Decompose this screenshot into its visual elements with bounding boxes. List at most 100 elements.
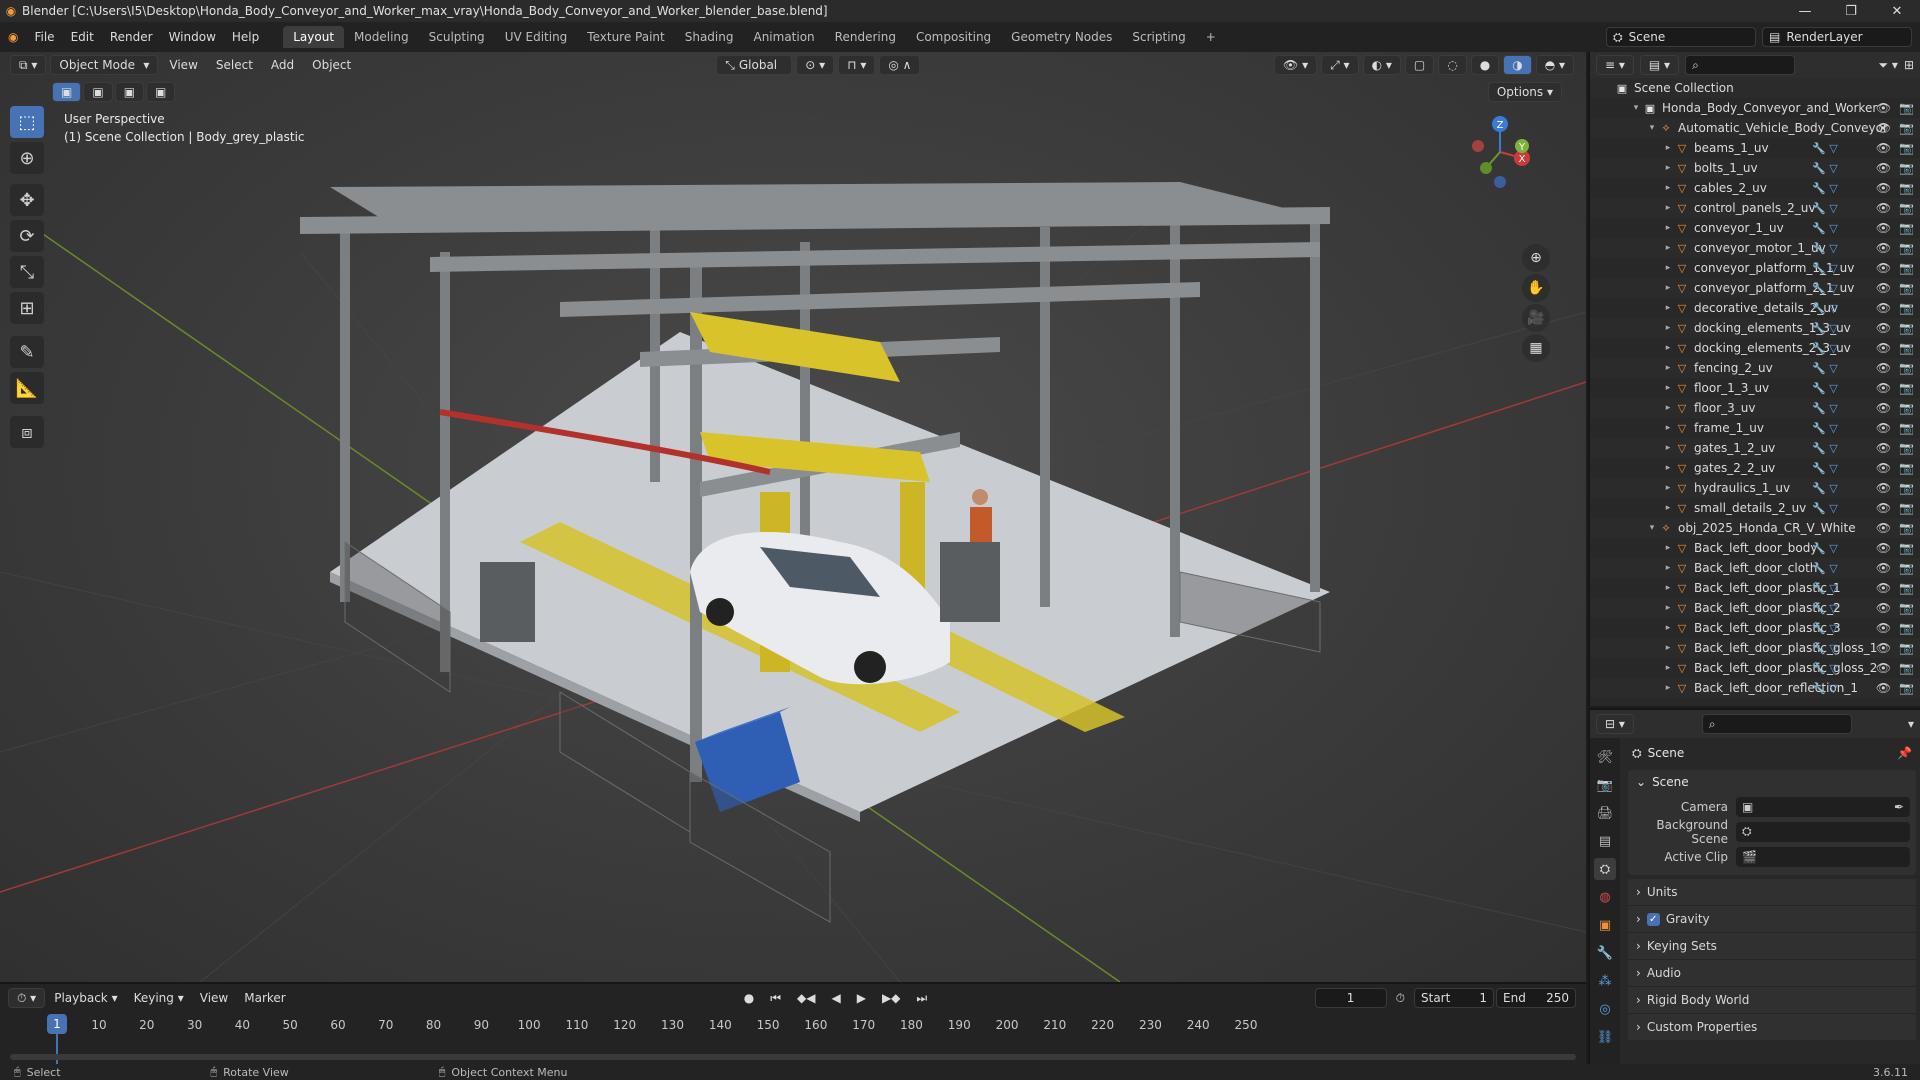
outliner-item[interactable]: ▸ ▽ cables_2_uv 🔧 ▽ 👁 📷 — [1590, 178, 1920, 198]
keying-sets-subpanel[interactable]: › Keying Sets — [1628, 933, 1916, 960]
modifier-icon[interactable]: 🔧 ▽ — [1812, 582, 1838, 595]
add-cube-tool-icon[interactable]: ⧈ — [10, 416, 44, 448]
eye-icon[interactable]: 👁 — [1876, 441, 1891, 455]
menu-render[interactable]: Render — [102, 30, 161, 44]
eye-icon[interactable]: 👁 — [1876, 581, 1891, 595]
eye-icon[interactable]: 👁 — [1876, 681, 1891, 695]
outliner-item[interactable]: ▸ ▽ fencing_2_uv 🔧 ▽ 👁 📷 — [1590, 358, 1920, 378]
chevron-right-icon[interactable]: ▸ — [1662, 403, 1674, 413]
chevron-right-icon[interactable]: ▸ — [1662, 243, 1674, 253]
chevron-right-icon[interactable]: ▸ — [1662, 503, 1674, 513]
camera-render-icon[interactable]: 📷 — [1899, 141, 1914, 155]
modifier-icon[interactable]: 🔧 ▽ — [1812, 422, 1838, 435]
outliner-item[interactable]: ▾ ⟡ obj_2025_Honda_CR_V_White 👁 📷 — [1590, 518, 1920, 538]
play-reverse-icon[interactable]: ◀ — [824, 991, 847, 1005]
eye-icon[interactable]: 👁 — [1876, 481, 1891, 495]
modifier-icon[interactable]: 🔧 ▽ — [1812, 202, 1838, 215]
modifier-icon[interactable]: 🔧 ▽ — [1812, 282, 1838, 295]
tab-scripting[interactable]: Scripting — [1122, 26, 1195, 48]
modifier-icon[interactable]: 🔧 ▽ — [1812, 482, 1838, 495]
outliner-editor-type-icon[interactable]: ≡ ▾ — [1596, 55, 1634, 75]
audio-subpanel[interactable]: › Audio — [1628, 960, 1916, 987]
outliner-item[interactable]: ▸ ▽ hydraulics_1_uv 🔧 ▽ 👁 📷 — [1590, 478, 1920, 498]
clock-icon[interactable]: ⏱ — [1389, 991, 1412, 1006]
eye-icon[interactable]: 👁 — [1876, 201, 1891, 215]
tab-rendering[interactable]: Rendering — [825, 26, 906, 48]
prev-keyframe-icon[interactable]: ◆◀ — [790, 991, 822, 1005]
modifier-icon[interactable]: 🔧 ▽ — [1812, 562, 1838, 575]
units-subpanel[interactable]: › Units — [1628, 879, 1916, 906]
outliner-item[interactable]: ▾ ▣ Honda_Body_Conveyor_and_Worker 👁 📷 — [1590, 98, 1920, 118]
shading-solid-icon[interactable]: ● — [1470, 55, 1500, 75]
camera-render-icon[interactable]: 📷 — [1899, 401, 1914, 415]
tab-geometry-nodes[interactable]: Geometry Nodes — [1001, 26, 1122, 48]
ortho-grid-icon[interactable]: ▦ — [1522, 334, 1550, 362]
outliner-item[interactable]: ▸ ▽ bolts_1_uv 🔧 ▽ 👁 📷 — [1590, 158, 1920, 178]
modifier-icon[interactable]: 🔧 ▽ — [1812, 222, 1838, 235]
camera-render-icon[interactable]: 📷 — [1899, 121, 1914, 135]
camera-render-icon[interactable]: 📷 — [1899, 421, 1914, 435]
object-mode-dropdown[interactable]: Object Mode ▾ — [50, 55, 159, 75]
tool-tab-icon[interactable]: 🛠 — [1594, 746, 1616, 768]
chevron-right-icon[interactable]: ▸ — [1662, 283, 1674, 293]
move-tool-icon[interactable]: ✥ — [10, 184, 44, 216]
eye-icon[interactable]: 👁 — [1876, 421, 1891, 435]
measure-tool-icon[interactable]: 📐 — [10, 372, 44, 404]
menu-file[interactable]: File — [26, 30, 62, 44]
camera-render-icon[interactable]: 📷 — [1899, 641, 1914, 655]
chevron-down-icon[interactable]: ▾ — [1630, 103, 1642, 113]
eye-icon[interactable]: 👁 — [1876, 181, 1891, 195]
chevron-right-icon[interactable]: ▸ — [1662, 683, 1674, 693]
zoom-icon[interactable]: ⊕ — [1522, 244, 1550, 272]
axis-gizmo[interactable]: Z X Y — [1460, 112, 1540, 192]
camera-render-icon[interactable]: 📷 — [1899, 101, 1914, 115]
eye-icon[interactable]: 👁 — [1876, 541, 1891, 555]
timeline-editor-type-icon[interactable]: ⏱ ▾ — [8, 988, 46, 1008]
select-invert-icon[interactable]: ▣ — [146, 82, 176, 102]
options-button[interactable]: Options ▾ — [1487, 82, 1562, 102]
modifier-icon[interactable]: 🔧 ▽ — [1812, 302, 1838, 315]
camera-render-icon[interactable]: 📷 — [1899, 341, 1914, 355]
display-mode-icon[interactable]: ▤ ▾ — [1639, 55, 1680, 75]
eye-icon[interactable]: 👁 — [1876, 241, 1891, 255]
camera-render-icon[interactable]: 📷 — [1899, 301, 1914, 315]
menu-add[interactable]: Add — [264, 58, 301, 72]
camera-render-icon[interactable]: 📷 — [1899, 201, 1914, 215]
outliner-item[interactable]: ▸ ▽ decorative_details_2_uv 🔧 ▽ 👁 📷 — [1590, 298, 1920, 318]
chevron-right-icon[interactable]: ▸ — [1662, 623, 1674, 633]
camera-render-icon[interactable]: 📷 — [1899, 361, 1914, 375]
shading-material-icon[interactable]: ◑ — [1503, 55, 1532, 75]
tab-layout[interactable]: Layout — [283, 26, 345, 48]
outliner-item[interactable]: ▸ ▽ control_panels_2_uv 🔧 ▽ 👁 📷 — [1590, 198, 1920, 218]
modifier-icon[interactable]: 🔧 ▽ — [1812, 662, 1838, 675]
eye-icon[interactable]: 👁 — [1876, 521, 1891, 535]
cursor-tool-icon[interactable]: ⊕ — [10, 142, 44, 174]
menu-playback[interactable]: Playback ▾ — [47, 991, 124, 1005]
menu-keying[interactable]: Keying ▾ — [127, 991, 191, 1005]
outliner-item[interactable]: ▸ ▽ Back_left_door_body 🔧 ▽ 👁 📷 — [1590, 538, 1920, 558]
outliner-item[interactable]: ▸ ▽ Back_left_door_cloth 🔧 ▽ 👁 📷 — [1590, 558, 1920, 578]
eye-icon[interactable]: 👁 — [1876, 101, 1891, 115]
menu-view[interactable]: View — [162, 58, 204, 72]
modifier-icon[interactable]: 🔧 ▽ — [1812, 382, 1838, 395]
chevron-right-icon[interactable]: ▸ — [1662, 323, 1674, 333]
outliner-item[interactable]: ▸ ▽ beams_1_uv 🔧 ▽ 👁 📷 — [1590, 138, 1920, 158]
outliner-item[interactable]: ▸ ▽ docking_elements_2_3_uv 🔧 ▽ 👁 📷 — [1590, 338, 1920, 358]
camera-render-icon[interactable]: 📷 — [1899, 281, 1914, 295]
properties-editor-type-icon[interactable]: ⊟ ▾ — [1596, 714, 1634, 734]
eye-icon[interactable]: 👁 — [1876, 621, 1891, 635]
eyedropper-icon[interactable]: ✒ — [1894, 800, 1904, 814]
chevron-right-icon[interactable]: ▸ — [1662, 143, 1674, 153]
tab-shading[interactable]: Shading — [675, 26, 744, 48]
select-extend-icon[interactable]: ▣ — [83, 82, 113, 102]
eye-icon[interactable]: 👁 — [1876, 121, 1891, 135]
eye-icon[interactable]: 👁 — [1876, 601, 1891, 615]
chevron-right-icon[interactable]: ▸ — [1662, 603, 1674, 613]
camera-render-icon[interactable]: 📷 — [1899, 221, 1914, 235]
chevron-right-icon[interactable]: ▸ — [1662, 543, 1674, 553]
frame-ruler[interactable]: 10 20 30 40 50 60 70 80 90 100 110 120 130 140 150 160 1… — [0, 1014, 1586, 1036]
play-icon[interactable]: ▶ — [850, 991, 873, 1005]
modifier-icon[interactable]: 🔧 ▽ — [1812, 462, 1838, 475]
chevron-right-icon[interactable]: ▸ — [1662, 263, 1674, 273]
eye-icon[interactable]: 👁 — [1876, 561, 1891, 575]
